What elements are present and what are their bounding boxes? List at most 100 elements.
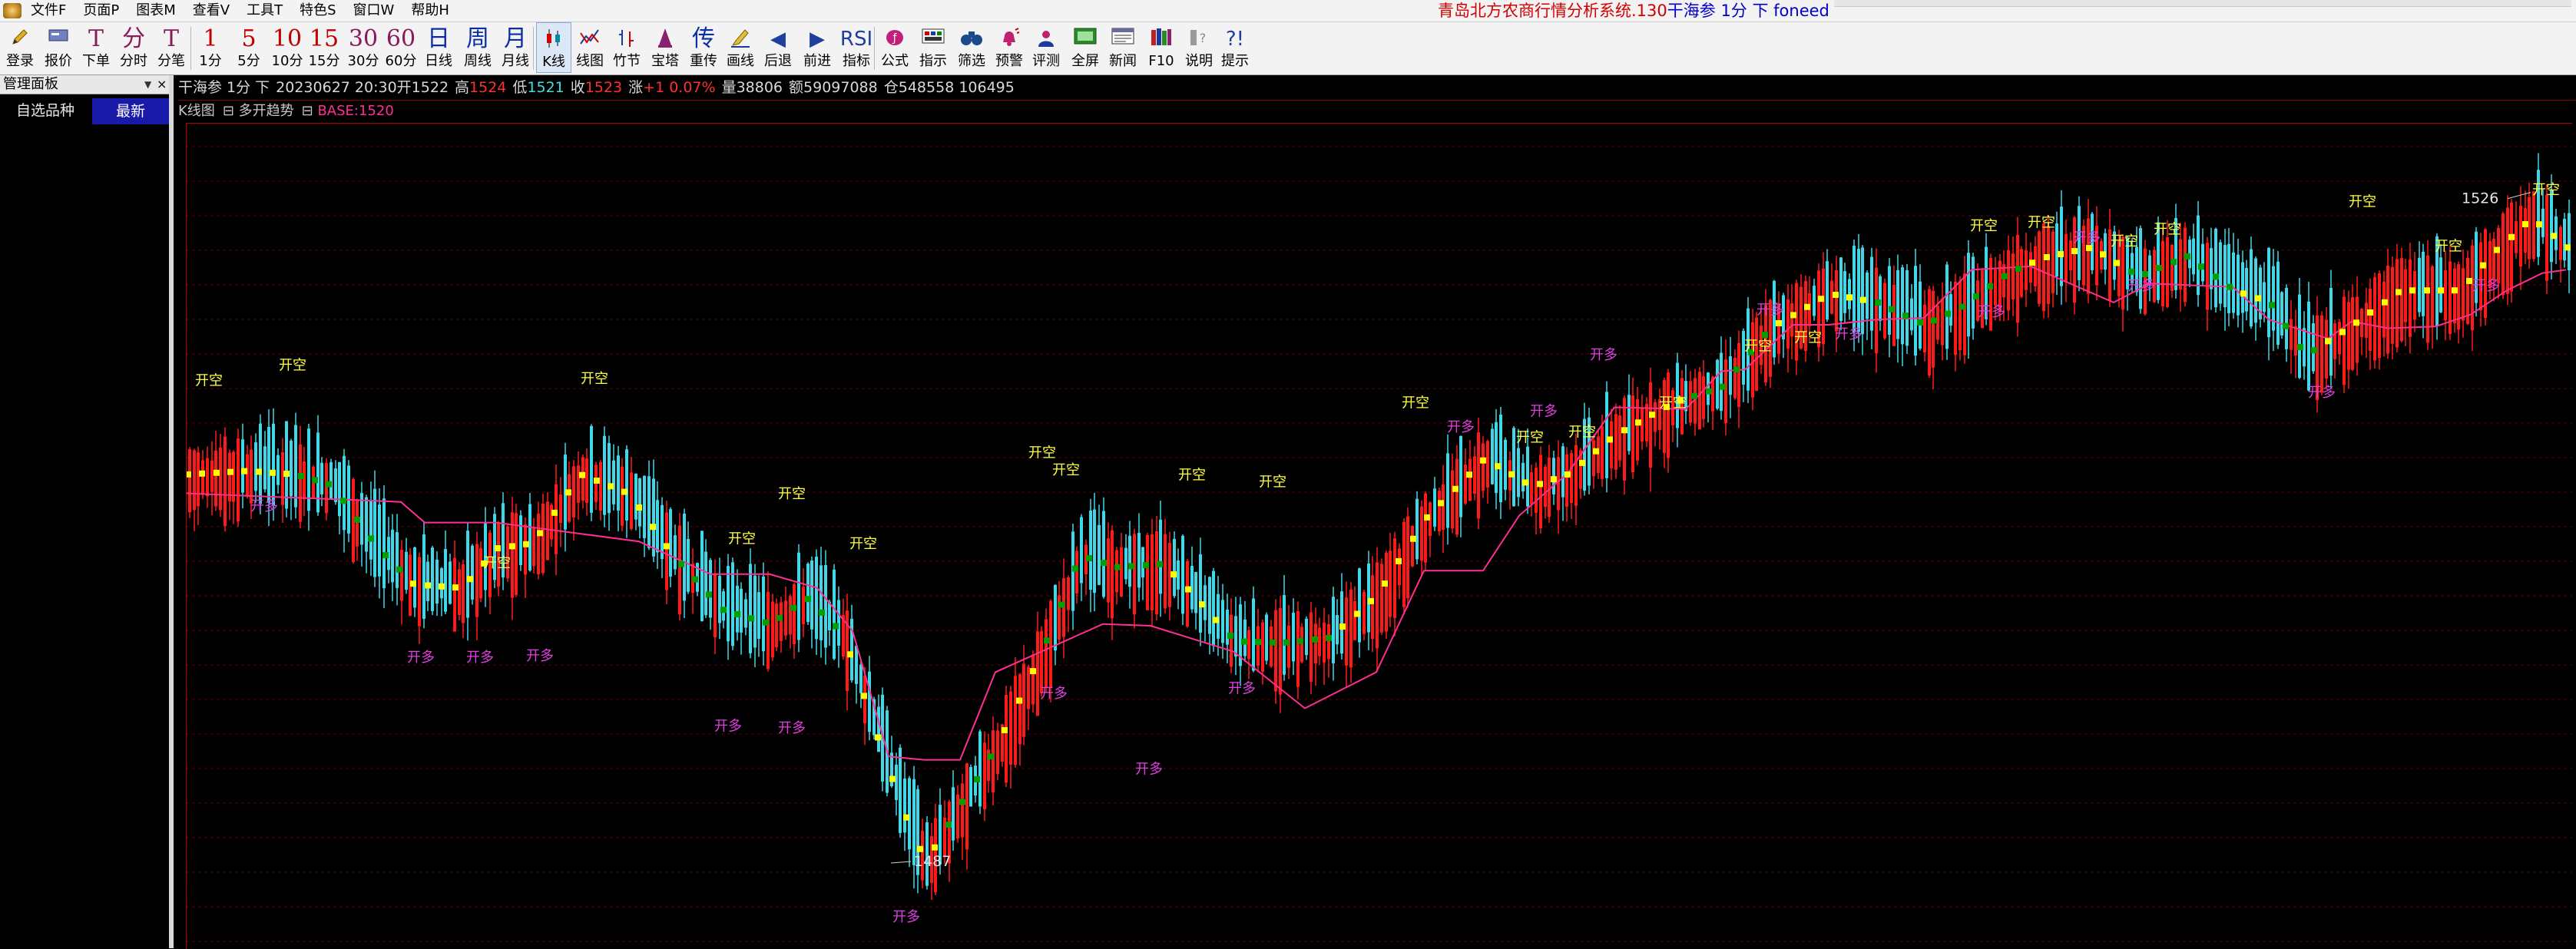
trend-dot (636, 504, 642, 511)
menu-window[interactable]: 窗口W (353, 0, 395, 21)
candle-bull (2510, 202, 2513, 292)
menu-chart[interactable]: 图表M (136, 0, 176, 21)
menu-bar: 文件F 页面P 图表M 查看V 工具T 特色S 窗口W 帮助H 青岛北方农商行情… (0, 0, 2576, 22)
candle-bull (1393, 538, 1396, 619)
trend-dot (2170, 259, 2177, 266)
toolbar-button-kline[interactable]: K线 (536, 22, 571, 73)
toolbar-button-redraw[interactable]: 传重传 (685, 22, 722, 73)
candle-bear (2055, 223, 2058, 277)
toolbar-button-p5[interactable]: 5 5分 (232, 22, 266, 73)
indicator-base[interactable]: ⊟ BASE:1520 (302, 103, 394, 119)
toolbar-button-hint[interactable]: 指示 (916, 22, 951, 73)
toolbar-button-indicator[interactable]: RSI 指标 (837, 22, 876, 73)
trend-dot (1790, 312, 1796, 319)
toolbar-button-order[interactable]: T 下单 (79, 22, 113, 73)
quote-close: 1523 (584, 79, 623, 96)
menu-features[interactable]: 特色S (300, 0, 336, 21)
toolbar-button-daily[interactable]: 日日线 (421, 22, 456, 73)
toolbar-button-tick[interactable]: T 分笔 (154, 22, 189, 73)
candle-bull (2002, 264, 2005, 298)
candle-bull (665, 512, 668, 590)
toolbar-button-back[interactable]: ◀ 后退 (759, 22, 797, 73)
candle-bull (2382, 281, 2386, 338)
candle-bull (1557, 457, 1560, 511)
toolbar-button-alert[interactable]: 预警 (992, 22, 1026, 73)
trend-dot (382, 552, 389, 559)
candle-bull (2545, 195, 2548, 281)
toolbar-button-f10[interactable]: F10 (1143, 22, 1180, 73)
toolbar-button-forward[interactable]: ▶ 前进 (799, 22, 836, 73)
candle-bull (1835, 270, 1838, 332)
trend-dot (1283, 639, 1290, 646)
toolbar-button-bamboo[interactable]: 竹节 (610, 22, 644, 73)
trend-dot (1522, 479, 1528, 486)
signal-short-label: 开空 (483, 555, 511, 571)
toolbar-button-review[interactable]: 评测 (1028, 22, 1065, 73)
trend-dot (1706, 388, 1712, 395)
toolbar: 登录 报价 T 下单分分时 T 分笔 1 1分 5 5分 10 10分 15 15分 30 30分 60 60分日… (0, 22, 2576, 75)
toolbar-button-news[interactable]: 新闻 (1104, 22, 1141, 73)
trend-dot (2015, 266, 2021, 273)
tab-watchlist[interactable]: 自选品种 (0, 97, 91, 124)
candle-bull (1601, 426, 1604, 479)
candle-bear (1358, 568, 1361, 643)
candle-bull (1724, 359, 1727, 424)
toolbar-button-formula[interactable]: ƒ 公式 (877, 22, 912, 73)
toolbar-button-weekly[interactable]: 周周线 (458, 22, 498, 73)
trend-dot (1607, 436, 1613, 443)
app-logo-icon[interactable] (3, 3, 22, 18)
candle-bear (519, 515, 522, 565)
toolbar-button-quote[interactable]: 报价 (40, 22, 77, 73)
menu-help[interactable]: 帮助H (411, 0, 449, 21)
candle-bear (1128, 535, 1131, 587)
candle-bull (1486, 441, 1489, 488)
candle-bull (1958, 281, 1962, 350)
candle-bear (1914, 266, 1917, 356)
panel-dropdown-icon[interactable]: ▼ (144, 75, 151, 94)
toolbar-button-tower[interactable]: 宝塔 (645, 22, 685, 73)
candle-bull (1353, 600, 1356, 640)
candle-bull (1544, 466, 1547, 508)
toolbar-button-p30[interactable]: 30 30分 (344, 22, 382, 73)
chart-frame[interactable]: 开空 开空 开空 开空 开空 开空 开空 开空 开空 开空 开空 开空 开空 开空 开空 开空 开空 开空 开空 开空… (186, 123, 2572, 949)
candle-bull (956, 794, 959, 839)
candle-bear (365, 497, 368, 552)
candle-bull (2161, 240, 2164, 306)
toolbar-label-bamboo: 竹节 (613, 53, 641, 69)
quote-low-label: 低 (512, 79, 528, 96)
candle-bull (714, 574, 717, 638)
quote-high-label: 高 (455, 79, 470, 96)
indicator-kline[interactable]: K线图 (178, 103, 215, 119)
toolbar-label-indicator: 指标 (843, 53, 870, 69)
toolbar-button-monthly[interactable]: 月月线 (498, 22, 533, 73)
candle-bull (2519, 205, 2522, 267)
indicator-study[interactable]: ⊟ 多开趋势 (223, 103, 294, 119)
toolbar-button-line[interactable]: 线图 (571, 22, 608, 73)
candle-bull (2515, 221, 2518, 253)
menu-page[interactable]: 页面P (83, 0, 119, 21)
candle-bear (329, 461, 333, 499)
toolbar-button-p60[interactable]: 60 60分 (382, 22, 419, 73)
tower-icon (645, 22, 685, 53)
menu-tools[interactable]: 工具T (247, 0, 283, 21)
toolbar-button-p1[interactable]: 1 1分 (194, 22, 227, 73)
toolbar-button-draw[interactable]: 画线 (723, 22, 757, 73)
tab-latest[interactable]: 最新 (92, 98, 169, 124)
toolbar-button-p15[interactable]: 15 15分 (306, 22, 343, 73)
toolbar-button-tips[interactable]: ?! 提示 (1217, 22, 1253, 73)
candlestick-chart[interactable]: 开空开空开空开空开空开空 开空开空开空 开空 开空开空开空 开空开空开空开空开空 开空开空… (187, 124, 2572, 949)
menu-view[interactable]: 查看V (193, 0, 230, 21)
candle-bull (1689, 381, 1692, 423)
toolbar-button-filter[interactable]: 筛选 (952, 22, 991, 73)
toolbar-button-help[interactable]: ? 说明 (1180, 22, 1218, 73)
toolbar-button-p10[interactable]: 10 10分 (269, 22, 306, 73)
candle-bear (334, 468, 337, 502)
indicator-bar: K线图 ⊟ 多开趋势 ⊟ BASE:1520 (178, 100, 2576, 123)
candle-bull (2426, 255, 2429, 343)
panel-close-icon[interactable]: × (157, 75, 167, 94)
toolbar-button-fullscreen[interactable]: 全屏 (1066, 22, 1104, 73)
toolbar-button-login[interactable]: 登录 (3, 22, 37, 73)
toolbar-button-intraday[interactable]: 分分时 (117, 22, 151, 73)
menu-file[interactable]: 文件F (31, 0, 66, 21)
candle-bear (1102, 511, 1105, 597)
